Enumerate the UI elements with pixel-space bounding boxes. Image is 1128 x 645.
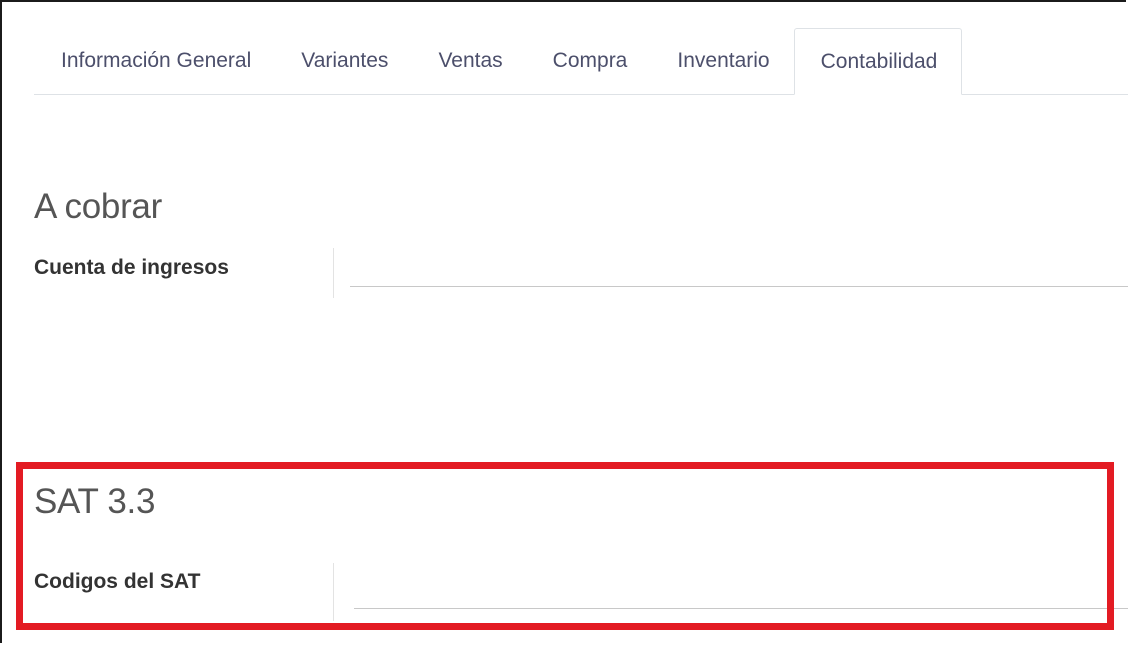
tab-compra[interactable]: Compra [527,28,652,94]
field-separator [333,248,334,298]
income-account-input[interactable] [350,253,1128,287]
section-title-sat: SAT 3.3 [34,482,156,521]
section-title-a-cobrar: A cobrar [34,187,162,226]
tab-contabilidad[interactable]: Contabilidad [793,28,963,95]
field-separator [333,563,334,621]
tab-informacion-general[interactable]: Información General [34,28,275,94]
tab-ventas[interactable]: Ventas [412,28,526,94]
form-tabs: Información General Variantes Ventas Com… [34,28,1128,95]
income-account-label: Cuenta de ingresos [34,256,229,279]
tab-inventario[interactable]: Inventario [651,28,793,94]
window-frame [0,0,1126,643]
sat-codes-label: Codigos del SAT [34,570,201,593]
tab-variantes[interactable]: Variantes [275,28,412,94]
sat-codes-input[interactable] [354,575,1128,609]
